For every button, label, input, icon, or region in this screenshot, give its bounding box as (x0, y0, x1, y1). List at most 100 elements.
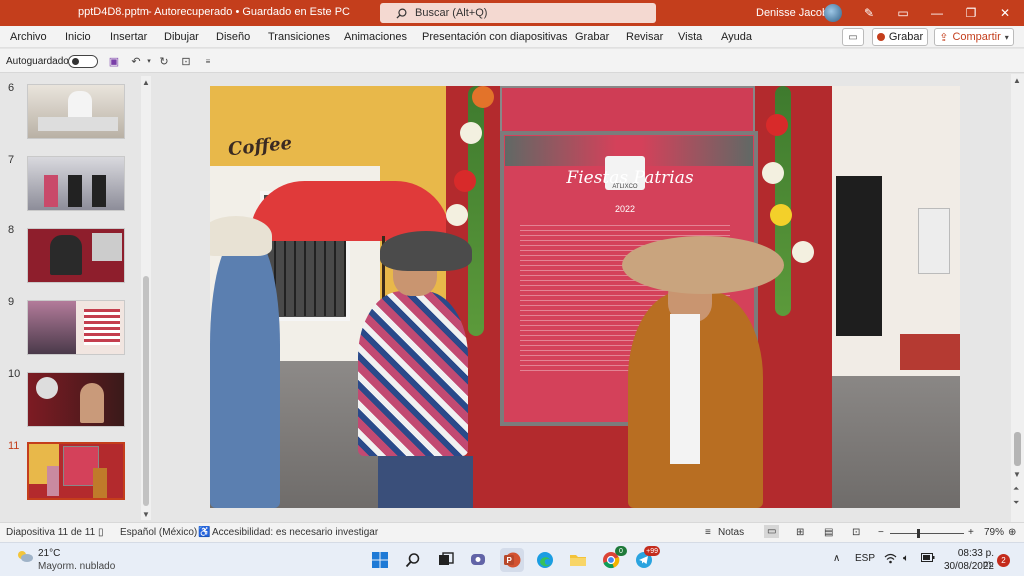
zoom-slider[interactable] (890, 533, 964, 534)
zoom-slider-knob[interactable] (917, 529, 920, 538)
red-base (900, 334, 960, 370)
man-shirt (670, 314, 700, 464)
slide-thumbnail-7[interactable] (27, 156, 125, 211)
tab-presentacion[interactable]: Presentación con diapositivas (422, 31, 568, 43)
tab-vista[interactable]: Vista (678, 31, 702, 43)
slide-thumbnail-9[interactable] (27, 300, 125, 355)
slide-thumbnail-6[interactable] (27, 84, 125, 139)
woman-jacket (358, 291, 468, 456)
comments-button[interactable]: ▭ (842, 28, 864, 46)
chat-icon (471, 554, 485, 565)
search-box[interactable]: Buscar (Alt+Q) (380, 3, 656, 23)
task-view-button[interactable] (434, 548, 458, 572)
volume-icon[interactable]: 🔈︎ (903, 553, 909, 564)
slideshow-icon[interactable]: ⊡ (852, 527, 860, 538)
scroll-up-icon[interactable]: ▲ (1013, 76, 1021, 85)
redo-icon[interactable]: ↻ (156, 54, 172, 68)
tab-insertar[interactable]: Insertar (110, 31, 147, 43)
ribbon-tabs: Archivo Inicio Insertar Dibujar Diseño T… (0, 26, 1024, 48)
thumb-number: 10 (8, 368, 21, 380)
close-icon[interactable]: ✕ (994, 4, 1016, 22)
windows-taskbar: 21°C Mayorm. nublado P 0 +99 ∧ ESP 🔈︎ 08… (0, 542, 1024, 576)
powerpoint-taskbar-app[interactable]: P (500, 548, 524, 572)
tab-transiciones[interactable]: Transiciones (268, 31, 330, 43)
undo-dropdown-icon[interactable]: ▾ (141, 54, 157, 68)
scroll-up-icon[interactable]: ▲ (142, 78, 150, 87)
spellcheck-icon[interactable]: ▯ (98, 527, 104, 538)
minimize-icon[interactable]: — (926, 4, 948, 22)
zoom-level[interactable]: 79% (984, 527, 1004, 538)
user-name[interactable]: Denisse Jacobo (756, 7, 834, 19)
share-button[interactable]: ⇪ Compartir ▾ (934, 28, 1014, 46)
start-button[interactable] (368, 548, 392, 572)
share-icon: ⇪ (939, 31, 949, 44)
thumb-number: 9 (8, 296, 15, 308)
scroll-down-icon[interactable]: ▼ (1013, 470, 1021, 479)
slide-scrollbar[interactable]: ▲ ▼ ⏶ ⏷ (1011, 74, 1024, 522)
start-presentation-icon[interactable]: ⊡ (178, 54, 194, 68)
weather-temp[interactable]: 21°C (38, 548, 60, 559)
person-left (210, 236, 280, 508)
save-icon[interactable]: ▣ (106, 54, 122, 68)
weather-cloud-icon (18, 551, 33, 562)
teams-chat-button[interactable] (467, 548, 491, 572)
zoom-in-icon[interactable]: + (968, 527, 974, 538)
search-icon (396, 8, 407, 19)
slide-thumbnail-10[interactable] (27, 372, 125, 427)
search-button[interactable] (401, 548, 425, 572)
slide-thumbnail-8[interactable] (27, 228, 125, 283)
normal-view-icon[interactable]: ▭ (764, 525, 780, 538)
clock-date[interactable]: 30/08/2022 (940, 561, 994, 572)
tab-ayuda[interactable]: Ayuda (721, 31, 752, 43)
scroll-down-icon[interactable]: ▼ (142, 510, 150, 519)
battery-icon[interactable] (921, 553, 935, 565)
accessibility-status[interactable]: Accesibilidad: es necesario investigar (212, 527, 378, 538)
tab-animaciones[interactable]: Animaciones (344, 31, 407, 43)
ribbon-display-icon[interactable]: ▭ (892, 4, 914, 22)
restore-icon[interactable]: ❐ (960, 4, 982, 22)
thumb-number: 6 (8, 82, 15, 94)
language-status[interactable]: Español (México) (120, 527, 197, 538)
tab-grabar[interactable]: Grabar (575, 31, 609, 43)
chrome-taskbar-app[interactable]: 0 (599, 546, 627, 572)
tab-diseno[interactable]: Diseño (216, 31, 250, 43)
show-hidden-icons-icon[interactable]: ∧ (833, 553, 840, 564)
pen-icon[interactable]: ✎ (858, 4, 880, 22)
task-view-icon (439, 552, 454, 565)
tab-revisar[interactable]: Revisar (626, 31, 663, 43)
avatar[interactable] (824, 4, 842, 22)
keyboard-language[interactable]: ESP (855, 553, 875, 564)
fit-slide-icon[interactable]: ⊕ (1008, 527, 1016, 538)
weather-desc[interactable]: Mayorm. nublado (38, 561, 115, 572)
slide-canvas[interactable]: Coffee ATLIXCO Fiestas Patrias 2022 (210, 86, 960, 508)
file-explorer-taskbar-app[interactable] (566, 548, 590, 572)
zoom-out-icon[interactable]: − (878, 527, 884, 538)
thumbnails-scrollbar[interactable]: ▲ ▼ (141, 76, 151, 520)
wifi-icon[interactable] (884, 553, 897, 567)
notes-button[interactable]: Notas (718, 527, 744, 538)
tab-dibujar[interactable]: Dibujar (164, 31, 199, 43)
tab-archivo[interactable]: Archivo (10, 31, 47, 43)
svg-text:P: P (507, 556, 513, 565)
scrollbar-thumb[interactable] (1014, 432, 1021, 466)
slide-thumbnails-panel: 6 7 8 9 10 11 (0, 74, 153, 522)
customize-qat-icon[interactable]: ≡ (200, 54, 216, 68)
autosave-toggle[interactable] (68, 55, 98, 68)
tab-inicio[interactable]: Inicio (65, 31, 91, 43)
slide-thumbnail-11[interactable] (27, 442, 125, 500)
notification-badge[interactable]: 2 (997, 554, 1010, 567)
sombrero (622, 236, 784, 294)
record-button[interactable]: Grabar (872, 28, 928, 46)
slide-sorter-icon[interactable]: ⊞ (796, 527, 804, 538)
reading-view-icon[interactable]: ▤ (824, 527, 833, 538)
flower (460, 122, 482, 144)
scrollbar-thumb[interactable] (143, 276, 149, 506)
telegram-taskbar-app[interactable]: +99 (632, 546, 660, 572)
edge-taskbar-app[interactable] (533, 548, 557, 572)
powerpoint-icon: P (504, 552, 521, 568)
status-bar: Diapositiva 11 de 11 ▯ Español (México) … (0, 522, 1024, 542)
board-title: Fiestas Patrias (566, 168, 694, 188)
board-year: 2022 (614, 204, 636, 214)
previous-slide-icon[interactable]: ⏶ (1013, 484, 1019, 494)
next-slide-icon[interactable]: ⏷ (1013, 498, 1019, 508)
